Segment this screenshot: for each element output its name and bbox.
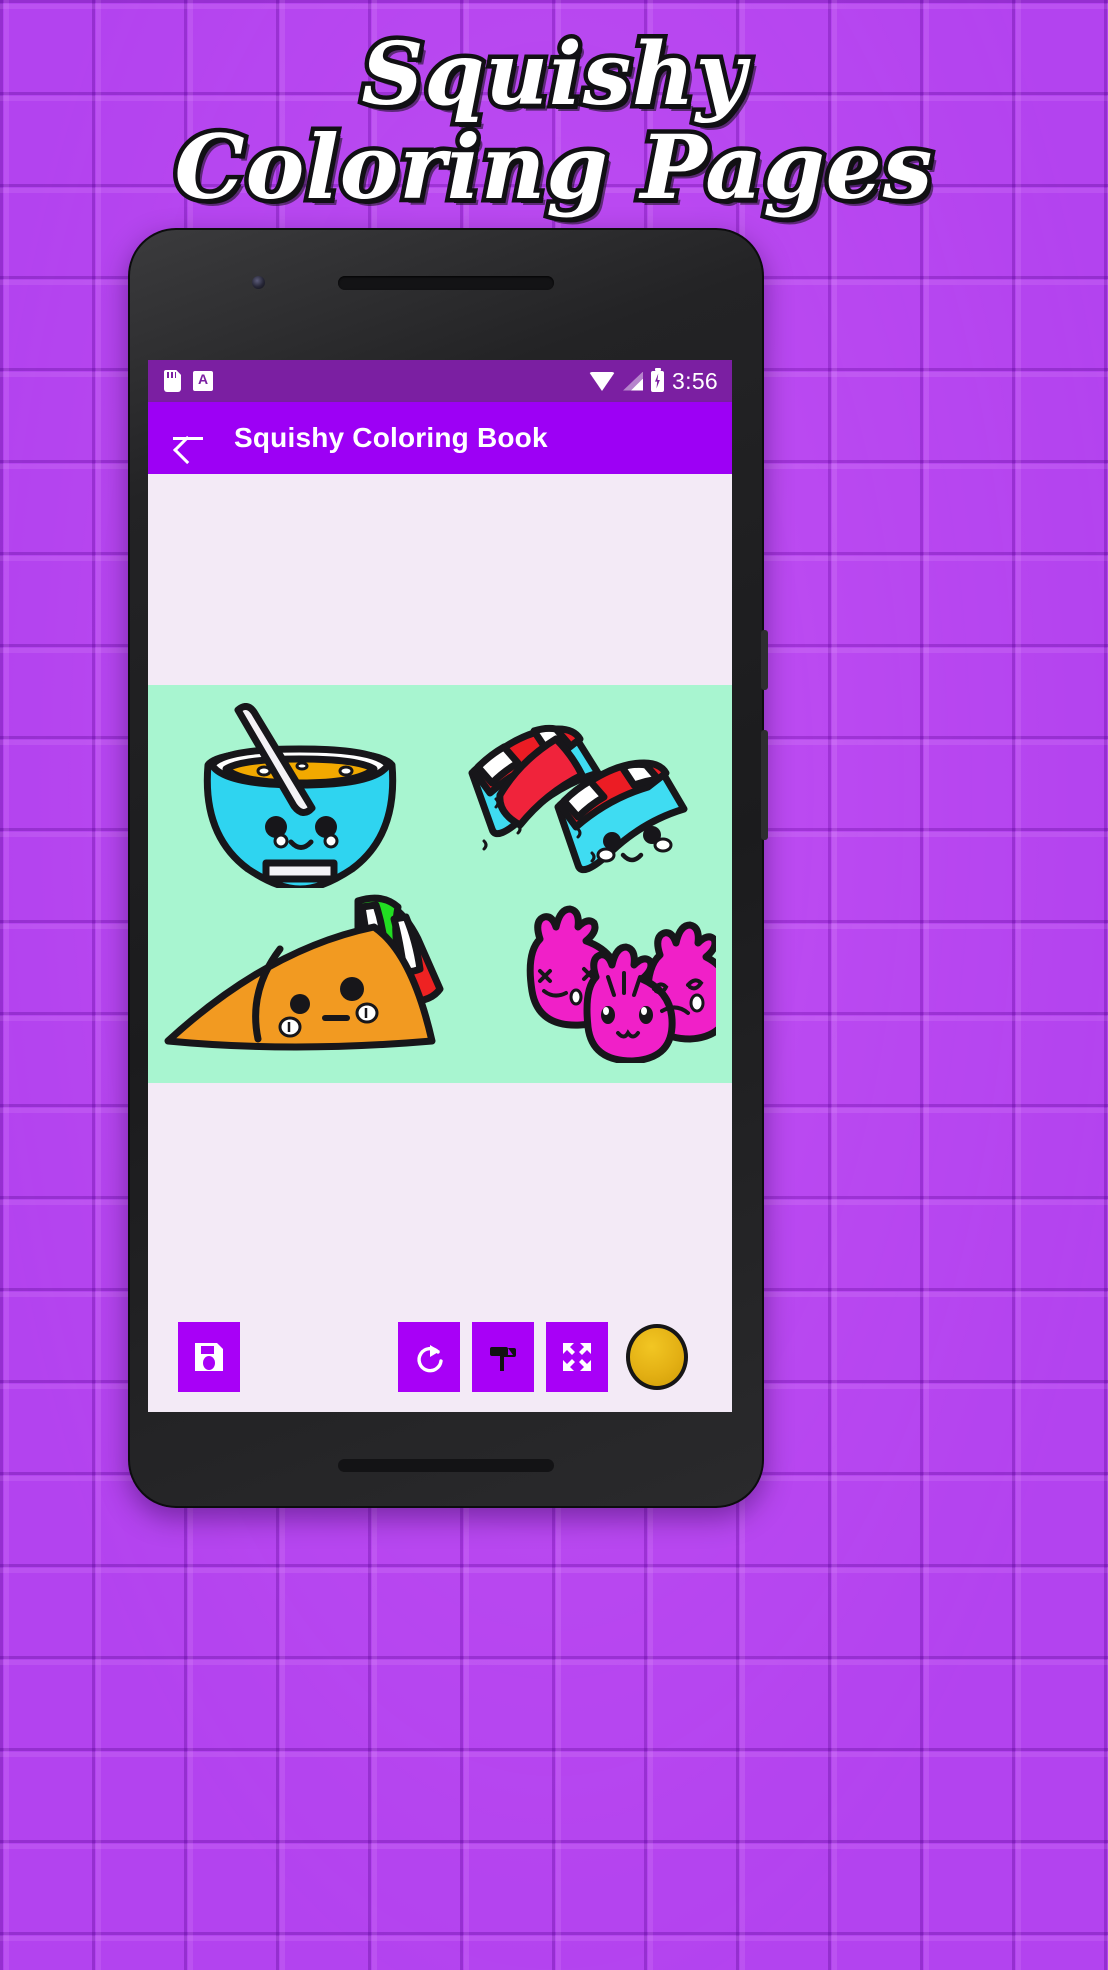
banner-title: Squishy Coloring Pages bbox=[0, 24, 1108, 219]
phone-power-button bbox=[761, 630, 768, 690]
cellular-signal-icon bbox=[623, 371, 644, 391]
redo-arrow-icon bbox=[417, 1345, 443, 1373]
floppy-disk-icon bbox=[195, 1343, 223, 1371]
paint-roller-icon bbox=[490, 1347, 516, 1371]
artwork-taco-wrap[interactable] bbox=[162, 887, 474, 1059]
app-bar: Squishy Coloring Book bbox=[148, 402, 732, 474]
banner-title-line-1: Squishy bbox=[357, 24, 750, 125]
redo-button[interactable] bbox=[398, 1322, 460, 1392]
app-bar-title: Squishy Coloring Book bbox=[234, 422, 548, 453]
status-bar-clock: 3:56 bbox=[672, 367, 718, 394]
status-bar-left-icons: A bbox=[164, 370, 213, 392]
status-bar: A 3:56 bbox=[148, 360, 732, 402]
color-swatch[interactable] bbox=[626, 1324, 688, 1390]
banner-title-line-2: Coloring Pages bbox=[170, 114, 937, 219]
wifi-icon bbox=[589, 371, 616, 391]
artwork-strip[interactable] bbox=[148, 685, 732, 1083]
fullscreen-button[interactable] bbox=[546, 1322, 608, 1392]
bottom-speaker bbox=[338, 1459, 554, 1472]
drawing-toolbar bbox=[148, 1302, 732, 1412]
front-camera-icon bbox=[252, 276, 265, 289]
sd-card-icon bbox=[164, 370, 181, 392]
screenshot-a-icon: A bbox=[193, 371, 213, 391]
artwork-soup-bowl[interactable] bbox=[180, 703, 420, 888]
back-arrow-icon[interactable] bbox=[170, 420, 206, 456]
phone-volume-button bbox=[761, 730, 768, 840]
battery-charging-icon bbox=[651, 370, 665, 392]
phone-mockup: A 3:56 Squishy Coloring Book bbox=[128, 228, 768, 1508]
artwork-dumpling-trio[interactable] bbox=[496, 893, 716, 1063]
status-bar-right-icons: 3:56 bbox=[589, 368, 718, 395]
fill-button[interactable] bbox=[472, 1322, 534, 1392]
save-button[interactable] bbox=[178, 1322, 240, 1392]
artwork-sushi-nigiri[interactable] bbox=[460, 707, 690, 882]
phone-screen: A 3:56 Squishy Coloring Book bbox=[148, 360, 732, 1412]
expand-arrows-icon bbox=[563, 1343, 591, 1371]
coloring-canvas[interactable] bbox=[148, 474, 732, 1302]
earpiece-speaker bbox=[338, 276, 554, 290]
